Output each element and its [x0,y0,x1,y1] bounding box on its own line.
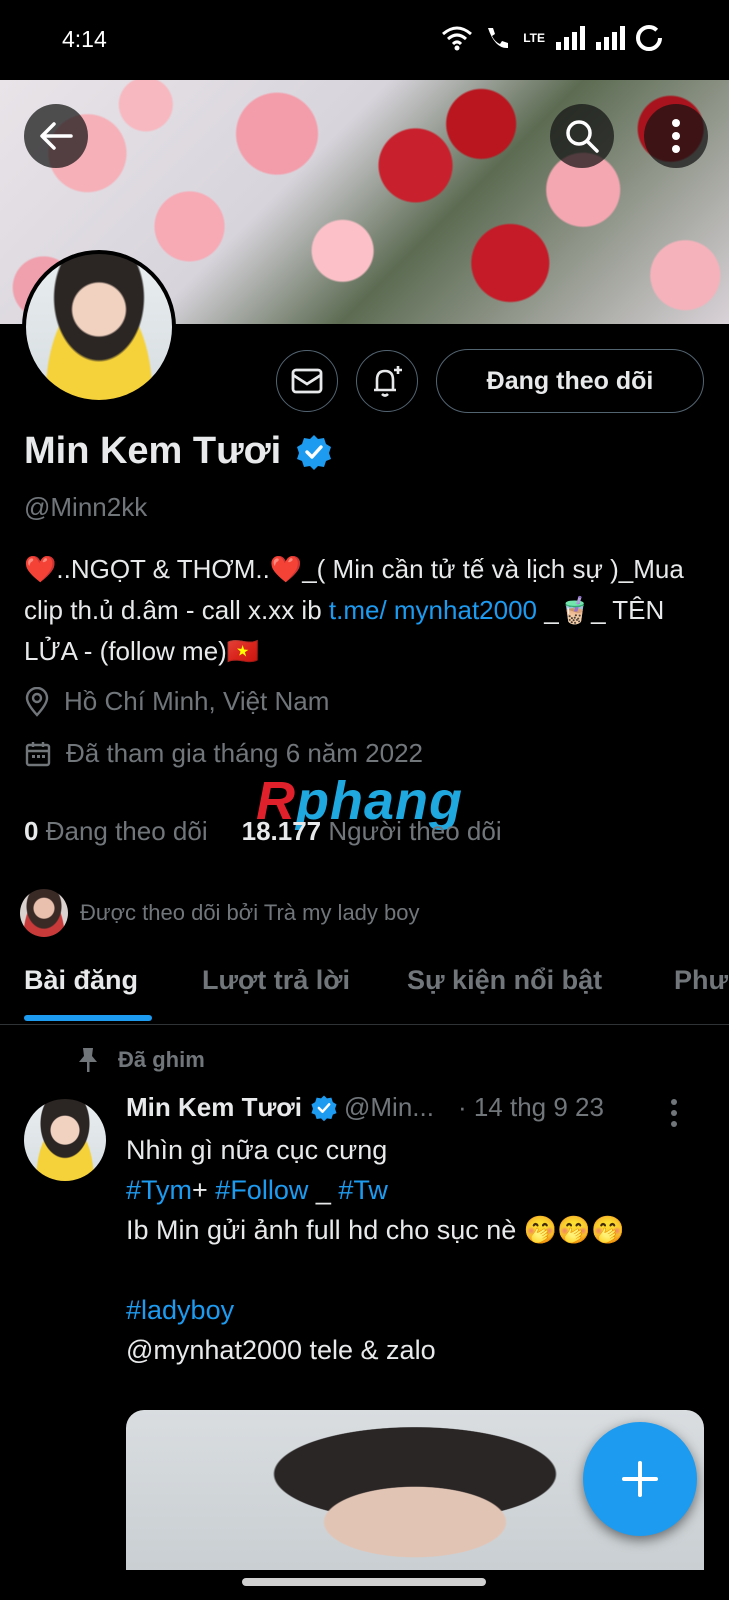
tweet-line-1: Nhìn gì nữa cục cưng [126,1135,388,1165]
message-button[interactable] [276,350,338,412]
hashtag-ladyboy[interactable]: #ladyboy [126,1290,706,1330]
active-tab-indicator [24,1015,152,1021]
following-count-link[interactable]: 0 Đang theo dõi [24,816,208,847]
tab-media[interactable]: Phư [674,965,728,996]
more-vertical-icon [671,1099,677,1127]
tab-highlights[interactable]: Sự kiện nổi bật [407,965,602,996]
search-button[interactable] [550,104,614,168]
profile-handle: @Minn2kk [24,492,148,522]
signal-icon-2 [596,26,625,50]
tabs-divider [0,1024,729,1025]
verified-badge-icon [311,1094,337,1121]
tweet-line-3: Ib Min gửi ảnh full hd cho sục nè 🤭🤭🤭 [126,1215,625,1245]
following-button[interactable]: Đang theo dõi [436,349,704,413]
tweet-more-button[interactable] [668,1098,680,1133]
arrow-left-icon [40,122,73,150]
location-pin-icon [25,686,49,717]
pin-icon [79,1048,97,1072]
tweet-line-5: @mynhat2000 tele & zalo [126,1335,436,1365]
location-text: Hồ Chí Minh, Việt Nam [64,686,330,716]
pinned-indicator: Đã ghim [76,1046,205,1074]
profile-joined: Đã tham gia tháng 6 năm 2022 [24,738,423,769]
tab-posts[interactable]: Bài đăng [24,965,138,996]
hashtag-follow[interactable]: #Follow [215,1175,308,1205]
status-time: 4:14 [62,26,107,52]
calendar-icon [25,741,51,766]
display-name: Min Kem Tươi [24,430,282,472]
bell-plus-icon [374,366,402,397]
wifi-call-icon [488,28,509,49]
followed-by[interactable]: Được theo dõi bởi Trà my lady boy [20,889,420,937]
more-vertical-icon [672,119,680,153]
tweet-author-avatar[interactable] [24,1099,106,1181]
profile-tabs: Bài đăng Lượt trả lời Sự kiện nổi bật Ph… [0,945,729,1025]
hashtag-tw[interactable]: #Tw [338,1175,388,1205]
tweet-author-name[interactable]: Min Kem Tươi [126,1092,302,1123]
battery-icon [636,25,662,51]
tweet-line-2: #Tym+ #Follow _ #Tw [126,1175,388,1205]
tab-replies[interactable]: Lượt trả lời [202,965,350,996]
plus-icon [622,1461,658,1497]
joined-text: Đã tham gia tháng 6 năm 2022 [66,738,424,768]
status-bar: 4:14 LTE [0,0,729,80]
tweet-author-handle: @Min... [343,1092,434,1122]
wifi-icon [442,26,473,51]
pinned-label: Đã ghim [118,1047,205,1072]
network-label: LTE [523,31,545,45]
profile-location: Hồ Chí Minh, Việt Nam [24,686,329,717]
hashtag-tym[interactable]: #Tym [126,1175,192,1205]
followers-count-link[interactable]: 18.177 Người theo dõi [242,816,502,847]
more-options-button[interactable] [644,104,708,168]
profile-bio: ❤️..NGỌT & THƠM..❤️_( Min cần tử tế và l… [24,549,704,672]
profile-name: Min Kem Tươi [24,430,333,473]
tweet-text: Nhìn gì nữa cục cưng #Tym+ #Follow _ #Tw… [126,1130,706,1370]
home-indicator[interactable] [242,1578,486,1586]
back-button[interactable] [24,104,88,168]
search-icon [566,120,599,153]
verified-badge-icon[interactable] [295,433,333,471]
compose-fab-button[interactable] [583,1422,697,1536]
status-icons: LTE [441,24,663,52]
notify-button[interactable] [356,350,418,412]
bio-link[interactable]: t.me/ mynhat2000 [329,595,537,625]
profile-avatar[interactable] [22,250,176,404]
tweet-date[interactable]: · 14 thg 9 23 [458,1092,604,1123]
signal-icon-1 [556,26,585,50]
follow-counts: 0 Đang theo dõi 18.177 Người theo dõi [24,816,502,847]
follower-avatar [20,889,68,937]
mail-icon [291,368,323,394]
followed-by-text: Được theo dõi bởi Trà my lady boy [80,900,420,925]
tweet-header: Min Kem Tươi @Min... · 14 thg 9 23 [126,1092,706,1123]
